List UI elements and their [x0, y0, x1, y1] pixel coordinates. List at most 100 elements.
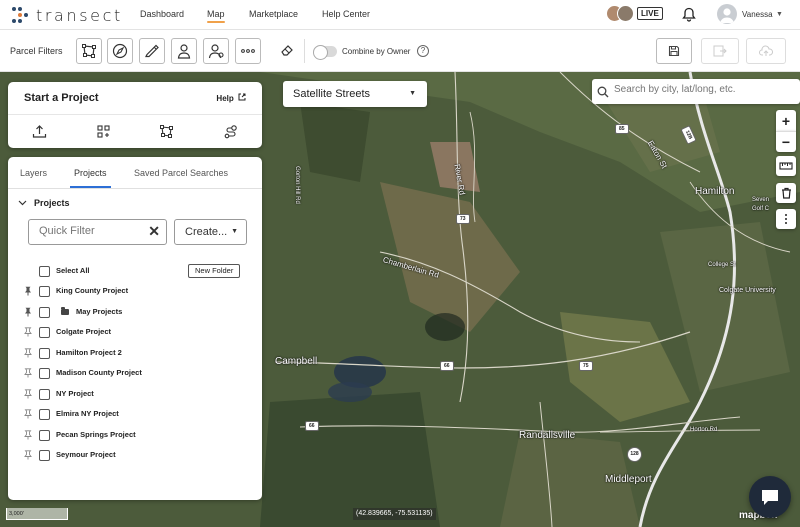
pin-filled-icon[interactable] — [24, 307, 32, 319]
draw-shape-button[interactable] — [135, 115, 199, 148]
bell-icon[interactable] — [682, 7, 696, 27]
project-row[interactable]: Colgate Project — [8, 324, 262, 342]
project-row[interactable]: Hamilton Project 2 — [8, 345, 262, 363]
pin-filled-icon[interactable] — [24, 286, 32, 298]
project-checkbox[interactable] — [39, 450, 50, 461]
cursor-coordinates: (42.839665, -75.531135) — [353, 508, 436, 520]
create-dropdown[interactable]: Create... ▼ — [174, 219, 247, 245]
create-dropdown-label: Create... — [185, 226, 228, 238]
trash-icon — [781, 187, 791, 199]
filter-polygon-button[interactable] — [76, 38, 102, 64]
project-row[interactable]: Elmira NY Project — [8, 406, 262, 424]
select-parcels-button[interactable] — [72, 115, 136, 148]
delete-button[interactable] — [776, 183, 796, 203]
select-all-checkbox[interactable] — [39, 266, 50, 277]
route-shield: 73 — [456, 214, 470, 224]
quick-filter-input-box[interactable]: ✕ — [28, 219, 167, 245]
filter-measure-button[interactable] — [139, 38, 165, 64]
pin-icon[interactable] — [24, 368, 32, 380]
tab-saved-parcel-searches[interactable]: Saved Parcel Searches — [134, 168, 228, 178]
filter-owner-button[interactable] — [171, 38, 197, 64]
live-badge[interactable]: LIVE — [637, 7, 663, 20]
external-link-icon — [238, 93, 246, 101]
map-search-input[interactable] — [614, 84, 796, 95]
user-name[interactable]: Vanessa — [742, 10, 773, 19]
filter-more-button[interactable] — [235, 38, 261, 64]
help-link[interactable]: Help — [216, 93, 246, 103]
project-checkbox[interactable] — [39, 347, 50, 359]
map-search-box[interactable] — [592, 79, 800, 104]
more-vertical-icon — [785, 214, 787, 224]
project-checkbox[interactable] — [39, 368, 50, 379]
project-row[interactable]: Pecan Springs Project — [8, 427, 262, 445]
help-link-label: Help — [216, 94, 234, 103]
nav-link-marketplace[interactable]: Marketplace — [249, 9, 298, 19]
transect-logo-icon — [10, 5, 30, 25]
chevron-down-icon[interactable]: ▼ — [776, 11, 783, 18]
polygon-draw-icon — [82, 44, 96, 58]
close-icon[interactable]: ✕ — [148, 224, 160, 238]
measure-button[interactable] — [776, 156, 796, 176]
route-shield: 85 — [615, 124, 629, 134]
filter-location-button[interactable] — [107, 38, 133, 64]
pin-icon[interactable] — [24, 327, 32, 339]
owner-person-icon — [177, 44, 191, 59]
route-button[interactable] — [199, 115, 263, 148]
project-label: Madison County Project — [56, 368, 142, 377]
select-all-row: Select All New Folder — [8, 263, 262, 281]
map-label-college-st: College St — [708, 262, 736, 268]
project-checkbox[interactable] — [39, 409, 50, 420]
combine-by-owner-toggle[interactable] — [313, 45, 337, 60]
pin-icon[interactable] — [24, 409, 32, 421]
chat-button[interactable] — [749, 476, 791, 518]
projects-section-title[interactable]: Projects — [34, 198, 70, 208]
map-more-button[interactable] — [776, 209, 796, 229]
project-row[interactable]: King County Project — [8, 283, 262, 301]
project-row[interactable]: Seymour Project — [8, 447, 262, 465]
chevron-down-icon[interactable] — [18, 198, 27, 209]
project-label: Hamilton Project 2 — [56, 347, 122, 357]
people-icon — [208, 44, 224, 59]
help-icon[interactable]: ? — [417, 45, 429, 57]
project-row[interactable]: Madison County Project — [8, 365, 262, 383]
project-label: Seymour Project — [56, 450, 116, 459]
project-row[interactable]: NY Project — [8, 386, 262, 404]
pin-icon[interactable] — [24, 429, 32, 442]
zoom-out-button[interactable]: − — [776, 131, 796, 152]
brand-logo[interactable]: transect — [10, 5, 123, 25]
nav-link-help-center[interactable]: Help Center — [322, 9, 370, 19]
upload-button[interactable] — [8, 115, 72, 148]
route-shield: 66 — [305, 421, 319, 431]
project-label: King County Project — [56, 286, 129, 295]
pin-icon[interactable] — [24, 347, 32, 360]
search-icon — [597, 85, 609, 103]
save-button[interactable] — [656, 38, 692, 64]
map-label-seven: Seven — [752, 197, 770, 203]
project-row[interactable]: May Projects — [8, 304, 262, 322]
user-avatar[interactable] — [717, 4, 737, 24]
pin-icon[interactable] — [24, 450, 32, 462]
tab-projects[interactable]: Projects — [70, 168, 110, 188]
eraser-icon[interactable] — [280, 43, 294, 62]
project-checkbox[interactable] — [39, 306, 50, 318]
zoom-in-button[interactable]: + — [776, 110, 796, 131]
export-button[interactable] — [701, 38, 739, 64]
pin-icon[interactable] — [24, 388, 32, 401]
filter-people-button[interactable] — [203, 38, 229, 64]
live-collaborators[interactable] — [606, 5, 636, 23]
map-style-select[interactable]: Satellite Streets ▼ — [283, 81, 427, 107]
nav-link-map[interactable]: Map — [207, 9, 225, 23]
map-scale-bar: 3,000' — [6, 508, 68, 520]
quick-filter-input[interactable] — [39, 225, 144, 237]
map-label-hamilton: Hamilton — [695, 186, 735, 197]
upload-cloud-button[interactable] — [746, 38, 786, 64]
project-checkbox[interactable] — [39, 327, 50, 338]
map-label-horton-rd: Horton Rd — [690, 427, 718, 433]
project-checkbox[interactable] — [39, 286, 50, 297]
project-checkbox[interactable] — [39, 388, 50, 400]
new-folder-button[interactable]: New Folder — [188, 264, 241, 278]
nav-link-dashboard[interactable]: Dashboard — [140, 9, 184, 19]
parcel-filters-toolbar: Parcel Filters Combine by Owner ? — [0, 31, 800, 72]
project-checkbox[interactable] — [39, 429, 50, 441]
tab-layers[interactable]: Layers — [20, 168, 47, 178]
